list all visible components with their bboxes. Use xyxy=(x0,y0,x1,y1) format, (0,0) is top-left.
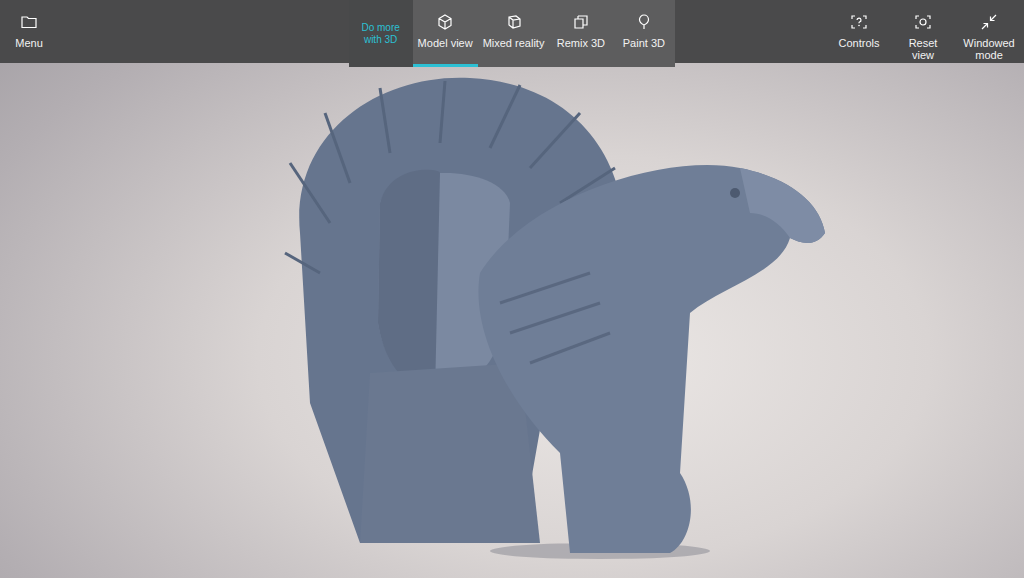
app-bar: Menu Do more with 3D Model view Mixed reali… xyxy=(0,0,1024,63)
action-button[interactable]: Windowed mode xyxy=(958,0,1020,67)
model-render[interactable] xyxy=(270,73,830,563)
mode-tab-label: Mixed reality xyxy=(483,37,545,49)
mode-tab-label: Model view xyxy=(418,37,473,49)
mode-tab-label: Paint 3D xyxy=(623,37,665,49)
model-viewport[interactable] xyxy=(0,63,1024,578)
action-label: Reset view xyxy=(898,37,948,61)
mode-tabs: Do more with 3D Model view Mixed reality Re… xyxy=(349,0,676,67)
remix-3d-icon xyxy=(572,13,590,31)
controls-icon xyxy=(850,13,868,31)
folder-icon xyxy=(20,13,38,31)
menu-button[interactable]: Menu xyxy=(0,0,58,67)
windowed-mode-icon xyxy=(980,13,998,31)
cube-icon xyxy=(436,13,454,31)
action-button[interactable]: Reset view xyxy=(892,0,954,67)
action-label: Windowed mode xyxy=(963,37,1014,61)
action-button[interactable]: Controls xyxy=(830,0,888,67)
paint-3d-icon xyxy=(635,13,653,31)
mixed-reality-icon xyxy=(505,13,523,31)
menu-label: Menu xyxy=(15,37,43,49)
mode-tab[interactable]: Paint 3D xyxy=(612,0,675,67)
mode-tab[interactable]: Model view xyxy=(413,0,478,67)
do-more-label: Do more with 3D xyxy=(355,22,407,46)
do-more-button[interactable]: Do more with 3D xyxy=(349,0,413,67)
mode-tab[interactable]: Remix 3D xyxy=(549,0,612,67)
mode-tab-label: Remix 3D xyxy=(557,37,605,49)
action-label: Controls xyxy=(839,37,880,49)
mode-tab[interactable]: Mixed reality xyxy=(478,0,550,67)
viewer-window: Menu Do more with 3D Model view Mixed reali… xyxy=(0,0,1024,578)
reset-view-icon xyxy=(914,13,932,31)
